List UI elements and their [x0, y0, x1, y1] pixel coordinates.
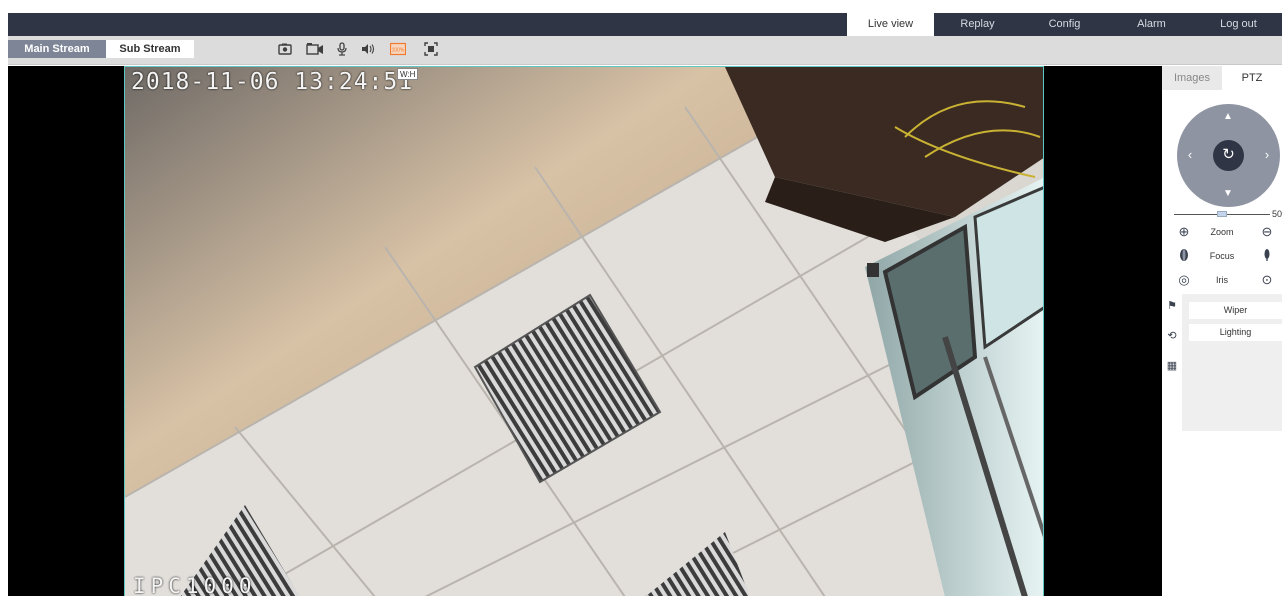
osd-camera-name: IPC1000	[133, 574, 257, 596]
ratio-tooltip: W:H	[397, 68, 419, 80]
ptz-side-buttons: ⚑ ⟲ ▦	[1162, 294, 1182, 431]
ptz-up-arrow-icon[interactable]: ▲	[1221, 110, 1235, 124]
microphone-icon[interactable]	[335, 42, 349, 56]
zoom-label: Zoom	[1210, 227, 1234, 237]
focus-row: Focus	[1162, 248, 1282, 266]
lighting-button[interactable]: Lighting	[1189, 324, 1282, 341]
osd-timestamp: 2018-11-06 13:24:51	[131, 69, 414, 95]
video-toolbar: Main Stream Sub Stream 100%	[8, 36, 1282, 65]
snapshot-icon[interactable]	[278, 42, 292, 56]
ptz-left-arrow-icon[interactable]: ‹	[1183, 148, 1197, 162]
ptz-auto-rotate-icon[interactable]: ↻	[1213, 140, 1244, 171]
panel-tabs: Images PTZ	[1162, 66, 1282, 90]
wiper-button[interactable]: Wiper	[1189, 302, 1282, 319]
ptz-function-area: Wiper Lighting	[1182, 294, 1282, 431]
iris-row: ◎ Iris ⊙	[1162, 272, 1282, 290]
iris-label: Iris	[1216, 275, 1228, 285]
nav-tab-replay[interactable]: Replay	[934, 13, 1021, 36]
camera-image	[125, 67, 1043, 596]
zoom-in-icon[interactable]: ⊕	[1176, 224, 1192, 240]
function-grid-icon[interactable]: ▦	[1162, 354, 1182, 378]
ratio-icon[interactable]: 100%	[389, 42, 407, 56]
ptz-joystick: ▲ ▼ ‹ › ↻	[1177, 104, 1280, 207]
ptz-speed-handle[interactable]	[1217, 211, 1227, 217]
nav-tab-config[interactable]: Config	[1021, 13, 1108, 36]
focus-near-icon[interactable]	[1176, 248, 1192, 264]
iris-open-icon[interactable]: ◎	[1176, 272, 1192, 288]
sub-stream-button[interactable]: Sub Stream	[106, 40, 194, 58]
fullscreen-icon[interactable]	[424, 42, 438, 56]
ptz-right-arrow-icon[interactable]: ›	[1260, 148, 1274, 162]
zoom-row: ⊕ Zoom ⊖	[1162, 224, 1282, 242]
record-icon[interactable]	[306, 42, 324, 56]
live-video-frame[interactable]: 2018-11-06 13:24:51 W:H IPC1000	[124, 66, 1044, 596]
top-nav-tabs: Live view Replay Config Alarm Log out	[847, 13, 1282, 36]
nav-tab-live-view[interactable]: Live view	[847, 13, 934, 36]
nav-tab-log-out[interactable]: Log out	[1195, 13, 1282, 36]
ptz-panel: Images PTZ ▲ ▼ ‹ › ↻ 50 ⊕ Zoom ⊖ Focus ◎…	[1162, 66, 1282, 596]
ptz-down-arrow-icon[interactable]: ▼	[1221, 187, 1235, 201]
ptz-speed-slider[interactable]	[1174, 211, 1270, 217]
preset-flag-icon[interactable]: ⚑	[1162, 294, 1182, 318]
tab-images[interactable]: Images	[1162, 66, 1222, 90]
iris-close-icon[interactable]: ⊙	[1259, 272, 1275, 288]
zoom-out-icon[interactable]: ⊖	[1259, 224, 1275, 240]
video-area[interactable]: 2018-11-06 13:24:51 W:H IPC1000	[8, 66, 1162, 596]
focus-far-icon[interactable]	[1259, 248, 1275, 264]
focus-label: Focus	[1209, 251, 1235, 261]
main-stream-button[interactable]: Main Stream	[8, 40, 106, 58]
tab-ptz[interactable]: PTZ	[1222, 66, 1282, 90]
audio-icon[interactable]	[361, 42, 375, 56]
ptz-speed-value: 50	[1272, 209, 1282, 219]
cruise-icon[interactable]: ⟲	[1162, 324, 1182, 348]
app-window: Live view Replay Config Alarm Log out Ma…	[0, 0, 1282, 596]
ratio-badge-text: 100%	[392, 48, 405, 54]
top-navigation-bar: Live view Replay Config Alarm Log out	[8, 13, 1282, 36]
nav-tab-alarm[interactable]: Alarm	[1108, 13, 1195, 36]
